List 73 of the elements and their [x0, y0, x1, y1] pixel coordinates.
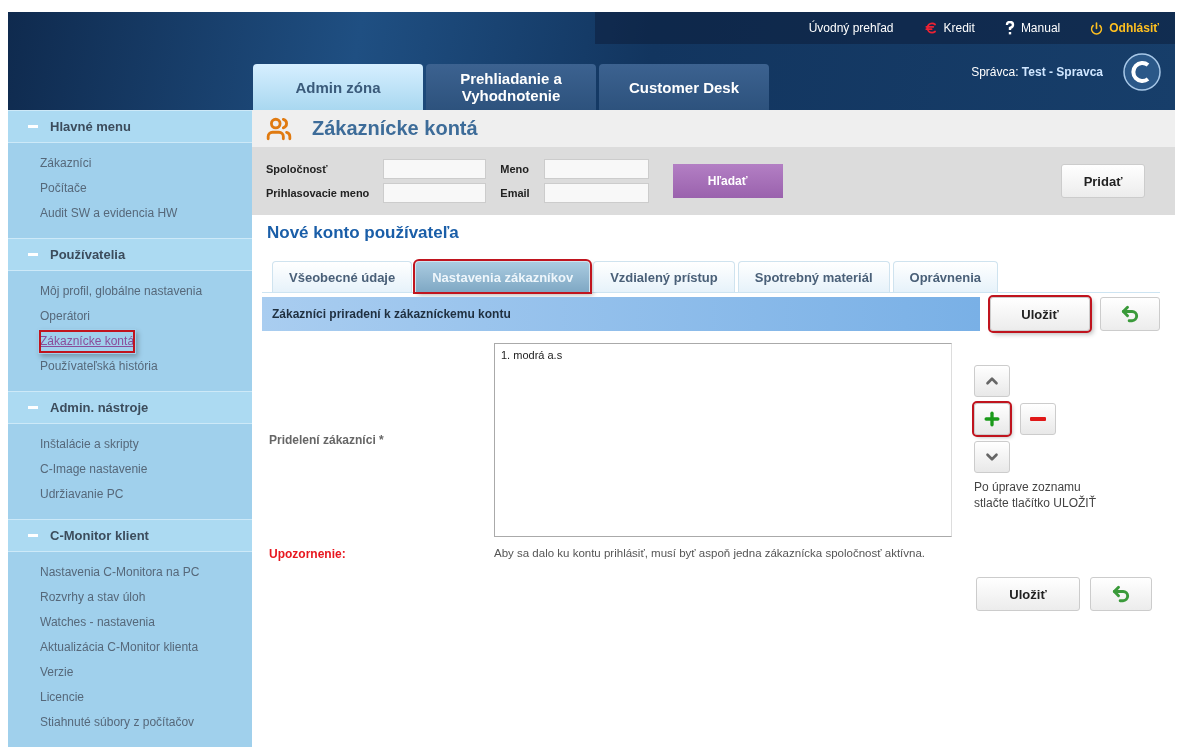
sidebar-item[interactable]: Watches - nastavenia — [38, 610, 157, 635]
add-button[interactable]: Pridať — [1061, 164, 1145, 198]
page-title: Zákaznícke kontá — [312, 117, 478, 140]
back-arrow-icon — [1111, 584, 1131, 604]
top-link[interactable]: Kredit — [923, 21, 975, 35]
question-mark-icon — [1004, 21, 1015, 35]
collapse-icon — [28, 253, 38, 256]
list-item[interactable]: 1. modrá a.s — [501, 349, 945, 361]
tab[interactable]: Všeobecné údaje — [272, 261, 413, 292]
input-field[interactable] — [543, 183, 649, 203]
sidebar-item[interactable]: Operátori — [38, 304, 93, 329]
sidebar-item[interactable]: Inštalácie a skripty — [38, 432, 141, 457]
warning-label: Upozornenie: — [268, 547, 347, 561]
tab[interactable]: Vzdialený prístup — [593, 261, 735, 292]
save-button[interactable]: Uložiť — [976, 577, 1080, 611]
collapse-icon — [28, 534, 38, 537]
sidebar-item[interactable]: Nastavenia C-Monitora na PC — [38, 560, 202, 585]
sidebar-item[interactable]: Môj profil, globálne nastavenia — [38, 279, 205, 304]
field-label: Email — [500, 187, 530, 199]
main-tab[interactable]: Customer Desk — [599, 64, 769, 110]
plus-icon — [982, 409, 1002, 429]
main-tab[interactable]: Admin zóna — [253, 64, 423, 110]
remove-button[interactable] — [1020, 403, 1056, 435]
back-button[interactable] — [1090, 577, 1152, 611]
users-icon — [266, 115, 292, 142]
power-icon — [1090, 21, 1104, 35]
sidebar-item[interactable]: Zákazníci — [38, 151, 94, 176]
back-arrow-icon — [1120, 304, 1140, 324]
collapse-icon — [28, 125, 38, 128]
tab[interactable]: Spotrebný materiál — [737, 261, 890, 292]
sidebar-item[interactable]: Stiahnuté súbory z počítačov — [38, 710, 197, 735]
down-button[interactable] — [974, 441, 1010, 473]
top-link[interactable]: Odhlásiť — [1090, 21, 1159, 35]
save-button[interactable]: Uložiť — [990, 297, 1090, 331]
tab[interactable]: Oprávnenia — [892, 261, 999, 292]
back-button[interactable] — [1100, 297, 1160, 331]
admin-label: Správca: Test - Spravca — [971, 65, 1103, 79]
sidebar-item[interactable]: Verzie — [38, 660, 76, 685]
minus-icon — [1030, 417, 1046, 421]
field-label: Meno — [500, 163, 530, 175]
collapse-icon — [28, 406, 38, 409]
top-link[interactable]: Manual — [1004, 21, 1061, 35]
hint-text: Po úprave zoznamu stlačte tlačítko ULOŽIŤ — [974, 479, 1098, 511]
sidebar-item[interactable]: Licencie — [38, 685, 87, 710]
sidebar-item[interactable]: C-Image nastavenie — [38, 457, 150, 482]
top-link[interactable]: Úvodný prehľad — [808, 21, 894, 35]
field-label: Prihlasovacie meno — [266, 187, 370, 199]
field-label: Pridelení zákazníci * — [268, 433, 385, 447]
input-field[interactable] — [383, 183, 487, 203]
sidebar-item[interactable]: Používateľská história — [38, 354, 160, 379]
sidebar-section-header[interactable]: C-Monitor klient — [8, 519, 252, 552]
input-field[interactable] — [383, 159, 487, 179]
sidebar-item[interactable]: Počítače — [38, 176, 89, 201]
customer-list[interactable]: 1. modrá a.s — [494, 343, 952, 537]
sidebar-section-header[interactable]: Používatelia — [8, 238, 252, 271]
section-header: Zákazníci priradení k zákazníckemu kontu — [262, 297, 980, 331]
input-field[interactable] — [543, 159, 649, 179]
sidebar-item[interactable]: Aktualizácia C-Monitor klienta — [38, 635, 201, 660]
sidebar-item[interactable]: Zákaznícke kontá — [38, 329, 137, 354]
field-label: Spoločnosť — [266, 163, 329, 175]
logo-icon — [1123, 53, 1161, 91]
sidebar-item[interactable]: Rozvrhy a stav úloh — [38, 585, 148, 610]
up-button[interactable] — [974, 365, 1010, 397]
form-title: Nové konto používateľa — [267, 223, 460, 243]
sidebar-item[interactable]: Udržiavanie PC — [38, 482, 126, 507]
add-button[interactable] — [974, 403, 1010, 435]
search-button[interactable]: Hľadať — [672, 164, 783, 198]
sidebar-section-header[interactable]: Admin. nástroje — [8, 391, 252, 424]
sidebar-item[interactable]: Audit SW a evidencia HW — [38, 201, 180, 226]
warning-text: Aby sa dalo ku kontu prihlásiť, musí byť aspoň jedna zákaznícka spoločnosť aktívna. — [494, 547, 925, 561]
euro-icon — [923, 21, 938, 35]
main-tab[interactable]: Prehliadanie a Vyhodnotenie — [426, 64, 596, 110]
sidebar-section-header[interactable]: Hlavné menu — [8, 110, 252, 143]
